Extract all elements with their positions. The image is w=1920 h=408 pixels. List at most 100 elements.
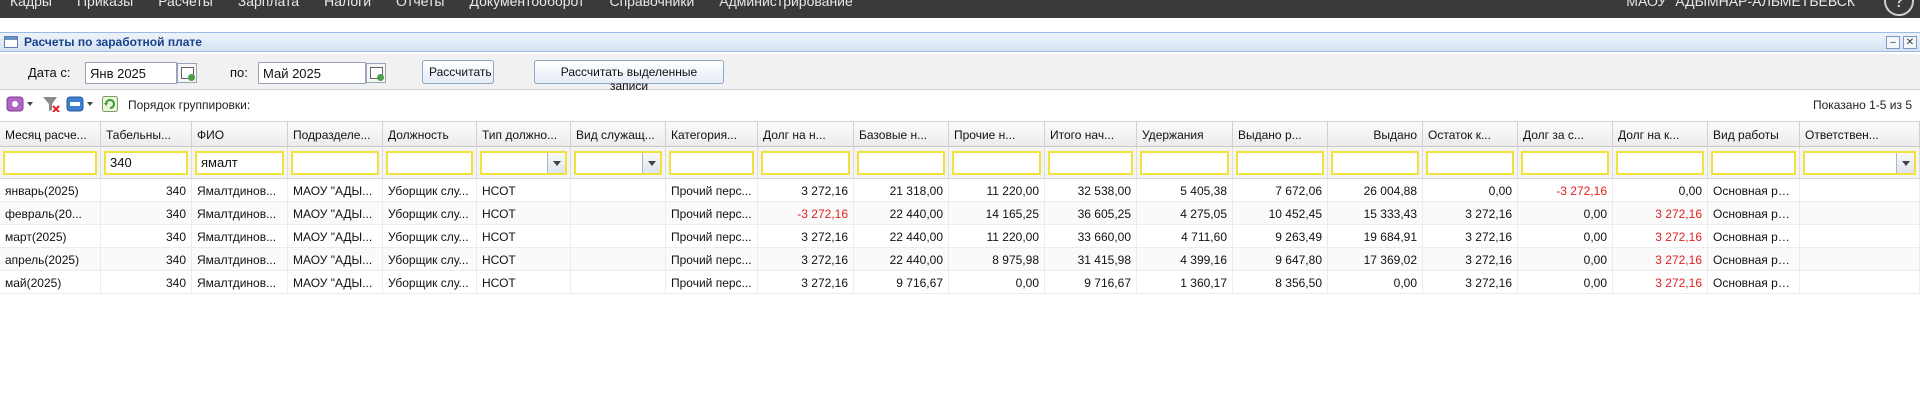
table-cell (571, 202, 666, 225)
column-header[interactable]: Категория... (666, 122, 758, 147)
table-row[interactable]: март(2025) 340 Ямалтдинов... МАОУ "АДЫ... Уб… (0, 225, 1920, 248)
table-cell: Ямалтдинов... (192, 271, 288, 294)
settings-menu-icon[interactable] (6, 96, 34, 112)
filter-input[interactable] (669, 151, 754, 175)
filter-input[interactable] (1711, 151, 1796, 175)
table-cell (1800, 179, 1920, 202)
table-cell: 0,00 (1518, 248, 1613, 271)
menu-item[interactable]: Документооборот (469, 0, 584, 9)
column-header[interactable]: Вид работы (1708, 122, 1800, 147)
chevron-down-icon[interactable] (642, 153, 660, 173)
column-header[interactable]: Долг за с... (1518, 122, 1613, 147)
organization-name: МАОУ "АДЫМНАР-АЛЬМЕТЬЕВСК" (1626, 0, 1860, 9)
table-cell: 4 711,60 (1137, 225, 1233, 248)
filter-input[interactable] (1140, 151, 1229, 175)
table-cell: 7 672,06 (1233, 179, 1328, 202)
filter-input[interactable] (1616, 151, 1704, 175)
filter-input[interactable] (386, 151, 473, 175)
column-header[interactable]: Ответствен... (1800, 122, 1920, 147)
filter-input[interactable] (1048, 151, 1133, 175)
filter-input[interactable] (291, 151, 379, 175)
column-header[interactable]: Выдано (1328, 122, 1423, 147)
table-cell: 3 272,16 (1423, 202, 1518, 225)
help-icon[interactable]: ? (1884, 0, 1914, 16)
column-header[interactable]: Долг на к... (1613, 122, 1708, 147)
table-cell: 3 272,16 (1613, 202, 1708, 225)
filter-cell (288, 147, 383, 179)
column-header[interactable]: Остаток к... (1423, 122, 1518, 147)
filter-combo[interactable] (480, 151, 567, 175)
table-cell: 0,00 (1518, 202, 1613, 225)
table-row[interactable]: май(2025) 340 Ямалтдинов... МАОУ "АДЫ... Убо… (0, 271, 1920, 294)
calculate-button[interactable]: Рассчитать (422, 60, 494, 84)
table-cell: Уборщик слу... (383, 179, 477, 202)
table-row[interactable]: февраль(20... 340 Ямалтдинов... МАОУ "АДЫ..… (0, 202, 1920, 225)
table-cell: 11 220,00 (949, 225, 1045, 248)
filter-combo[interactable] (574, 151, 662, 175)
grid-header: Месяц расче... Табельны... ФИО Подразделе..… (0, 121, 1920, 147)
calendar-icon[interactable] (177, 63, 197, 83)
table-row[interactable]: апрель(2025) 340 Ямалтдинов... МАОУ "АДЫ...… (0, 248, 1920, 271)
table-cell: 3 272,16 (1613, 248, 1708, 271)
column-header[interactable]: Прочие н... (949, 122, 1045, 147)
table-cell (571, 271, 666, 294)
column-header[interactable]: Тип должно... (477, 122, 571, 147)
column-header[interactable]: Итого нач... (1045, 122, 1137, 147)
table-cell: НСОТ (477, 248, 571, 271)
filter-input[interactable] (1521, 151, 1609, 175)
table-cell: Основная ра... (1708, 225, 1800, 248)
table-cell: Прочий перс... (666, 248, 758, 271)
chevron-down-icon[interactable] (1896, 153, 1914, 173)
column-header[interactable]: Вид служащ... (571, 122, 666, 147)
filter-input[interactable] (952, 151, 1041, 175)
column-header[interactable]: Базовые н... (854, 122, 949, 147)
column-header[interactable]: Должность (383, 122, 477, 147)
close-button[interactable]: ✕ (1903, 36, 1917, 49)
column-header[interactable]: Месяц расче... (0, 122, 101, 147)
clear-filter-icon[interactable] (42, 96, 60, 112)
filter-input[interactable]: ямалт (195, 151, 284, 175)
column-header[interactable]: Выдано р... (1233, 122, 1328, 147)
filter-value: ямалт (201, 155, 238, 170)
filter-input[interactable] (1236, 151, 1324, 175)
calendar-icon[interactable] (366, 63, 386, 83)
menu-item[interactable]: Справочники (609, 0, 694, 9)
filter-cell (383, 147, 477, 179)
chevron-down-icon[interactable] (547, 153, 565, 173)
column-header[interactable]: Долг на н... (758, 122, 854, 147)
date-to-input[interactable]: Май 2025 (258, 62, 366, 84)
table-cell: 3 272,16 (758, 248, 854, 271)
filter-combo[interactable] (1803, 151, 1916, 175)
print-icon[interactable] (66, 96, 94, 112)
refresh-icon[interactable] (102, 96, 118, 112)
filter-input[interactable] (3, 151, 97, 175)
table-cell: 4 275,05 (1137, 202, 1233, 225)
table-cell: февраль(20... (0, 202, 101, 225)
column-header[interactable]: Подразделе... (288, 122, 383, 147)
date-from-input[interactable]: Янв 2025 (85, 62, 177, 84)
column-header[interactable]: Табельны... (101, 122, 192, 147)
menu-item[interactable]: Отчеты (396, 0, 444, 9)
menu-item[interactable]: Приказы (77, 0, 133, 9)
filter-value: 340 (110, 155, 132, 170)
table-row[interactable]: январь(2025) 340 Ямалтдинов... МАОУ "АДЫ...… (0, 179, 1920, 202)
column-header[interactable]: Удержания (1137, 122, 1233, 147)
minimize-button[interactable]: – (1886, 36, 1900, 49)
filter-input[interactable] (761, 151, 850, 175)
filter-input[interactable] (1426, 151, 1514, 175)
filter-input[interactable]: 340 (104, 151, 188, 175)
table-cell: 0,00 (1518, 225, 1613, 248)
menu-item[interactable]: Кадры (10, 0, 52, 9)
menu-item[interactable]: Расчеты (158, 0, 213, 9)
table-cell: Основная ра... (1708, 179, 1800, 202)
menu-item[interactable]: Администрирование (719, 0, 853, 9)
filter-input[interactable] (1331, 151, 1419, 175)
menu-item[interactable]: Зарплата (238, 0, 299, 9)
table-cell: НСОТ (477, 271, 571, 294)
column-header[interactable]: ФИО (192, 122, 288, 147)
menu-item[interactable]: Налоги (324, 0, 371, 9)
table-cell: 8 975,98 (949, 248, 1045, 271)
calculate-selected-button[interactable]: Рассчитать выделенные записи (534, 60, 724, 93)
table-cell: 0,00 (949, 271, 1045, 294)
filter-input[interactable] (857, 151, 945, 175)
